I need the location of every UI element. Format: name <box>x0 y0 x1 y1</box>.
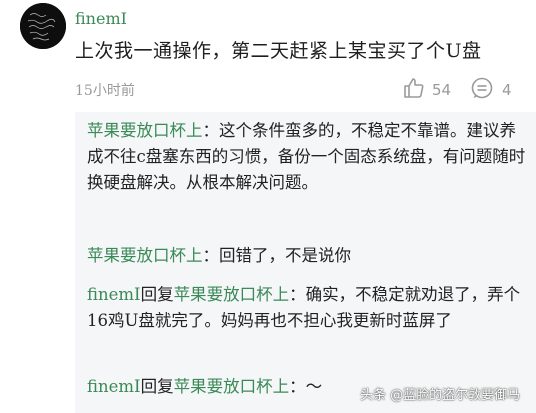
reply-separator: ： <box>202 246 220 265</box>
reply-text: 回错了，不是说你 <box>219 246 351 265</box>
reply-word: 回复 <box>140 377 174 396</box>
comment-time: 15小时前 <box>75 83 135 99</box>
reply-item: 苹果要放口杯上：回错了，不是说你 <box>87 243 527 269</box>
reply-author[interactable]: finemI <box>87 285 141 304</box>
reply-item: 苹果要放口杯上：这个条件蛮多的，不稳定不靠谱。建议养成不往c盘塞东西的习惯，备份… <box>87 118 527 196</box>
comment-username[interactable]: finemI <box>75 9 127 28</box>
replies-panel: 苹果要放口杯上：这个条件蛮多的，不稳定不靠谱。建议养成不往c盘塞东西的习惯，备份… <box>75 112 536 413</box>
reply-separator: ： <box>289 377 306 396</box>
reply-button[interactable]: 4 <box>470 76 512 104</box>
avatar-image <box>20 3 66 49</box>
reply-separator: ： <box>289 285 306 304</box>
like-count: 54 <box>432 81 452 99</box>
reply-item: finemI回复苹果要放口杯上：确实，不稳定就劝退了，弄个16鸡U盘就完了。妈妈… <box>87 282 527 334</box>
reply-target[interactable]: 苹果要放口杯上 <box>174 285 290 304</box>
comment-bubble-icon <box>470 76 494 104</box>
reply-author[interactable]: 苹果要放口杯上 <box>87 121 203 140</box>
avatar[interactable] <box>20 3 66 49</box>
reply-author[interactable]: 苹果要放口杯上 <box>87 246 203 265</box>
reply-separator: ： <box>202 121 220 140</box>
comment-text: 上次我一通操作，第二天赶紧上某宝买了个U盘 <box>75 40 482 62</box>
reply-text: 〜 <box>305 377 323 396</box>
thumbs-up-icon <box>402 76 426 104</box>
reply-author[interactable]: finemI <box>87 377 141 396</box>
reply-target[interactable]: 苹果要放口杯上 <box>174 377 290 396</box>
reply-count: 4 <box>502 81 512 99</box>
watermark: 头条 @蓝脸的盗尔敦要御马 <box>360 388 521 403</box>
like-button[interactable]: 54 <box>402 76 451 104</box>
reply-word: 回复 <box>140 285 174 304</box>
